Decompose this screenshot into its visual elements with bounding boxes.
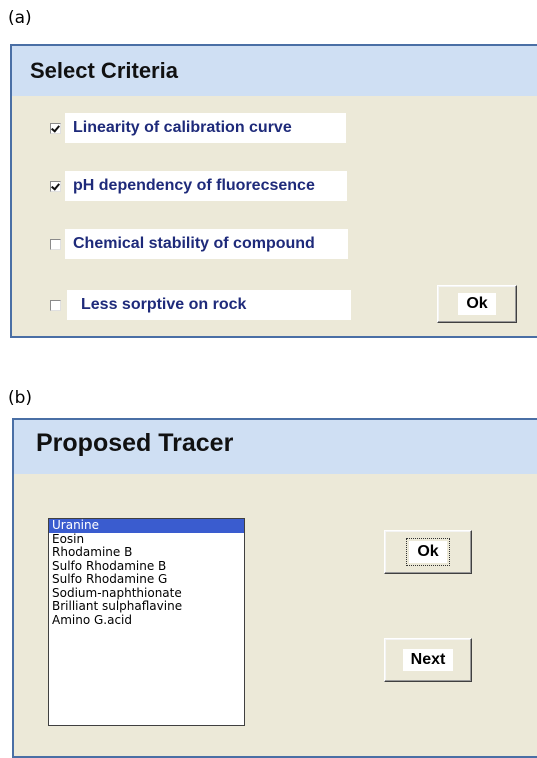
select-criteria-panel: Select Criteria Linearity of calibration… (10, 44, 537, 338)
tracer-item-brilliant-sulphaflavine[interactable]: Brilliant sulphaflavine (49, 599, 244, 614)
tracer-item-eosin[interactable]: Eosin (49, 532, 244, 547)
criterion-row-chemical-stability[interactable]: Chemical stability of compound (50, 229, 348, 259)
next-label: Next (402, 649, 454, 671)
tracer-item-sulfo-rhodamine-g[interactable]: Sulfo Rhodamine G (49, 572, 244, 587)
linearity-label: Linearity of calibration curve (65, 113, 346, 143)
less-sorptive-checkbox[interactable] (50, 299, 61, 311)
figure-b-label: (b) (8, 388, 33, 408)
linearity-checkbox[interactable] (50, 122, 61, 134)
criteria-ok-label: Ok (458, 293, 496, 315)
proposed-tracer-title: Proposed Tracer (14, 420, 537, 474)
chemical-stability-label: Chemical stability of compound (65, 229, 348, 259)
less-sorptive-label: Less sorptive on rock (67, 290, 351, 320)
figure-a-label: (a) (8, 8, 32, 28)
tracer-item-rhodamine-b[interactable]: Rhodamine B (49, 545, 244, 560)
next-button[interactable]: Next (384, 638, 472, 682)
tracer-listbox[interactable]: Uranine Eosin Rhodamine B Sulfo Rhodamin… (48, 518, 245, 726)
tracer-item-uranine[interactable]: Uranine (49, 518, 244, 533)
ph-dependency-checkbox[interactable] (50, 180, 61, 192)
criteria-ok-button[interactable]: Ok (437, 285, 517, 323)
tracer-item-sulfo-rhodamine-b[interactable]: Sulfo Rhodamine B (49, 559, 244, 574)
chemical-stability-checkbox[interactable] (50, 238, 61, 250)
criterion-row-linearity[interactable]: Linearity of calibration curve (50, 113, 346, 143)
tracer-item-sodium-naphthionate[interactable]: Sodium-naphthionate (49, 586, 244, 601)
tracer-ok-label: Ok (406, 538, 450, 566)
ph-dependency-label: pH dependency of fluorecsence (65, 171, 347, 201)
tracer-item-amino-g-acid[interactable]: Amino G.acid (49, 613, 244, 628)
tracer-ok-button[interactable]: Ok (384, 530, 472, 574)
select-criteria-title: Select Criteria (12, 46, 537, 96)
criterion-row-ph-dependency[interactable]: pH dependency of fluorecsence (50, 171, 347, 201)
proposed-tracer-panel: Proposed Tracer Uranine Eosin Rhodamine … (12, 418, 537, 758)
criterion-row-less-sorptive[interactable]: Less sorptive on rock (50, 290, 351, 320)
